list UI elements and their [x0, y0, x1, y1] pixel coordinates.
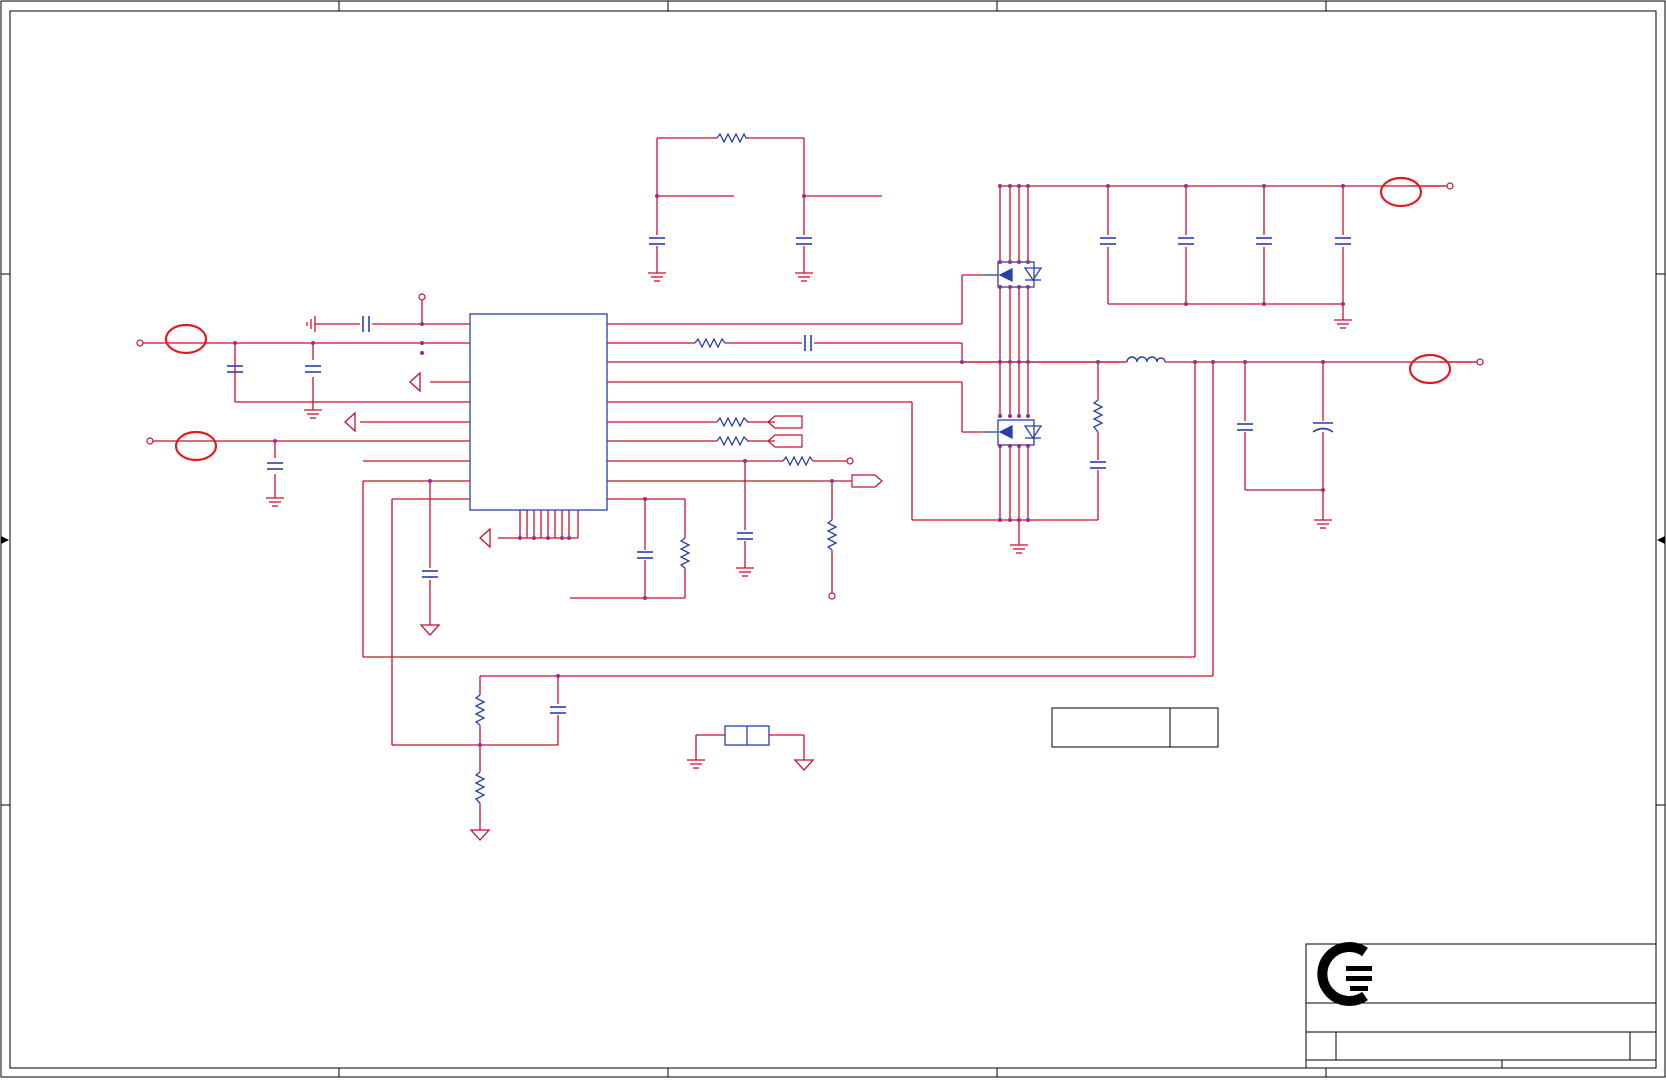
ground-triangle-icon	[409, 371, 421, 393]
center-marker-right	[1657, 536, 1665, 544]
net-labels	[767, 415, 883, 488]
ground-triangle-icon	[479, 527, 491, 549]
capacitor	[362, 316, 370, 332]
crystal-component	[724, 725, 770, 746]
capacitor	[796, 237, 812, 245]
capacitor	[804, 335, 812, 351]
ground-icon	[687, 759, 705, 769]
capacitor	[550, 706, 566, 714]
resistor	[474, 771, 486, 804]
ground-icon	[1334, 319, 1352, 329]
highlight-circle	[1408, 353, 1452, 385]
ground-icon	[1314, 519, 1332, 529]
resistors	[474, 132, 1104, 804]
capacitor	[1335, 237, 1351, 245]
highlight-markers	[164, 176, 1452, 462]
drawing-frame	[0, 0, 1666, 1078]
resistor	[679, 537, 691, 569]
capacitor	[305, 365, 321, 373]
capacitor	[1090, 461, 1106, 469]
capacitor	[1178, 237, 1194, 245]
resistor	[826, 519, 838, 551]
capacitor	[737, 532, 753, 540]
ground-symbols	[266, 272, 1352, 841]
ground-icon	[1010, 544, 1028, 554]
schematic-sheet	[0, 0, 1666, 1078]
ground-triangle-icon	[469, 829, 491, 841]
regulator-ic	[469, 313, 608, 511]
terminals	[136, 182, 1484, 600]
ground-triangle-icon	[344, 411, 356, 433]
high-side-mosfet	[985, 261, 1043, 288]
resistor	[474, 694, 486, 726]
highlight-circle	[1379, 176, 1423, 208]
resistor	[782, 455, 814, 467]
capacitor	[637, 551, 653, 559]
center-marker-left	[1, 536, 9, 544]
capacitors	[227, 237, 1351, 714]
low-side-mosfet	[985, 419, 1043, 446]
capacitor	[267, 462, 283, 470]
resistor	[694, 337, 726, 349]
wires	[140, 137, 1480, 830]
title-block	[1305, 943, 1657, 1069]
ground-icon	[795, 272, 813, 282]
ground-triangle-icon	[793, 759, 815, 771]
highlight-circle	[164, 323, 208, 355]
company-logo-icon	[1317, 942, 1372, 1006]
note-box	[1051, 707, 1219, 748]
ground-icon	[304, 409, 322, 419]
output-inductor	[1126, 356, 1166, 363]
ground-icon	[648, 272, 666, 282]
highlight-circle	[174, 430, 218, 462]
capacitor	[649, 237, 665, 245]
net-label-flag	[851, 474, 883, 488]
resistor	[716, 416, 749, 428]
capacitor	[1100, 237, 1116, 245]
junction-dots	[233, 184, 1345, 747]
ground-icon	[266, 497, 284, 507]
capacitor	[1237, 423, 1253, 431]
ground-triangle-icon	[419, 624, 441, 636]
ground-icon	[736, 567, 754, 577]
resistor	[716, 435, 749, 447]
resistor	[716, 132, 748, 144]
chassis-ground-icon	[306, 316, 316, 332]
capacitor	[1256, 237, 1272, 245]
capacitor	[422, 570, 438, 578]
polarized-capacitor	[1312, 422, 1334, 433]
resistor	[1092, 399, 1104, 433]
